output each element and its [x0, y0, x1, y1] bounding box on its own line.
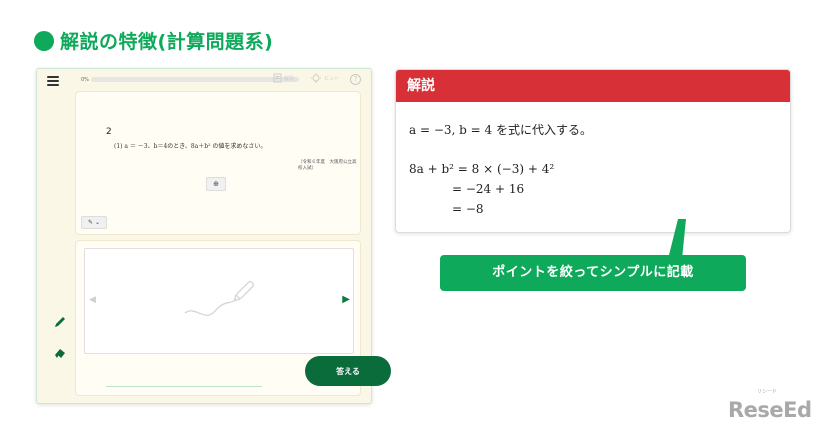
help-icon[interactable]: ? — [350, 74, 361, 85]
equation-step: = −8 — [452, 202, 484, 216]
explanation-text: a = −3, b = 4 を式に代入する。 — [409, 123, 592, 137]
equation-step: 8a + b² = 8 × (−3) + 4² — [409, 162, 555, 176]
equation-step: = −24 + 16 — [452, 182, 525, 196]
zoom-icon: ⊕ — [213, 180, 219, 188]
question-text: (1) a ＝ －3、b＝4のとき、8a＋b² の値を求めなさい。 — [114, 143, 267, 150]
question-card: 2 (1) a ＝ －3、b＝4のとき、8a＋b² の値を求めなさい。 〔令和６… — [75, 91, 361, 235]
question-number: 2 — [106, 127, 112, 137]
page-title-text: 解説の特徴(計算問題系) — [60, 31, 274, 53]
arrow-left-icon[interactable]: ◀ — [89, 295, 96, 305]
zoom-button[interactable]: ⊕ — [206, 177, 226, 191]
bullet-dot — [34, 30, 54, 51]
explain-button[interactable]: 解説 — [273, 73, 294, 83]
arrow-right-icon[interactable]: ▶ — [342, 294, 350, 305]
pen-icon[interactable] — [53, 315, 67, 329]
drawing-canvas[interactable]: ◀ ▶ — [84, 248, 354, 354]
page-title: 解説の特徴(計算問題系) — [34, 27, 273, 54]
memo-dropdown[interactable]: ✎ ⌄ — [81, 216, 107, 229]
handwriting-illustration — [184, 280, 255, 316]
question-source: 〔令和６年度 大阪府公立高校入試〕 — [298, 160, 357, 171]
explanation-card: 解説 a = −3, b = 4 を式に代入する。 8a + b² = 8 × … — [395, 69, 791, 233]
edit-note-icon: ✎ — [88, 219, 94, 226]
menu-icon[interactable] — [47, 76, 59, 86]
callout-bubble: ポイントを絞ってシンプルに記載 — [440, 255, 746, 291]
lightbulb-icon — [311, 73, 321, 83]
chevron-down-icon: ⌄ — [94, 219, 100, 226]
hint-button[interactable]: ヒント — [310, 73, 339, 84]
explain-label: 解説 — [284, 75, 295, 82]
reseed-logo: ReseEd — [728, 398, 812, 422]
book-icon — [273, 73, 282, 83]
explanation-header: 解説 — [396, 70, 790, 102]
answer-input-line[interactable] — [106, 386, 262, 387]
answer-area: ◀ ▶ 答える — [75, 240, 391, 396]
progress-percent: 0% — [81, 77, 89, 83]
reseed-logo-kana: リシード — [757, 389, 778, 395]
answer-button[interactable]: 答える — [305, 356, 391, 386]
eraser-icon[interactable] — [53, 346, 67, 360]
hint-label: ヒント — [324, 76, 340, 82]
app-window: 0% 解説 ヒント ? 2 (1) a ＝ －3、b＝4のとき、8a＋b² の値… — [36, 68, 391, 404]
progress-bar — [91, 77, 299, 82]
